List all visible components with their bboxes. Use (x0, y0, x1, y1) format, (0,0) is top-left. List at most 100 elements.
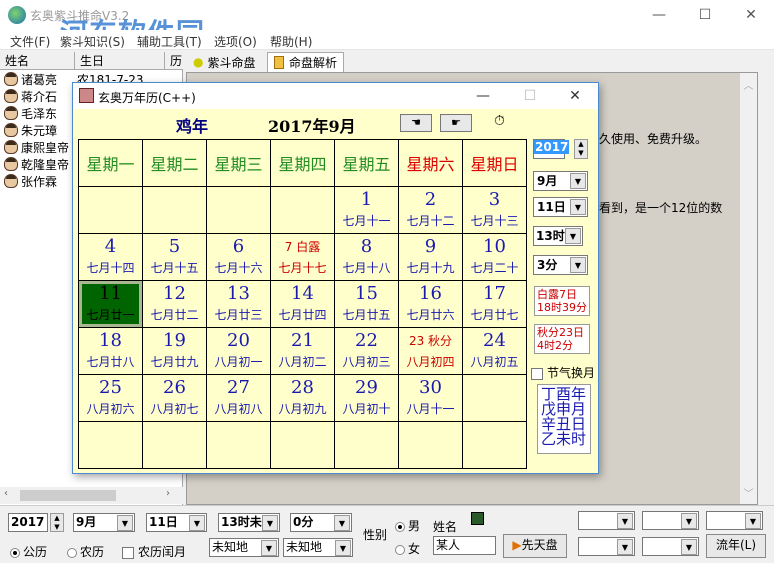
calendar-day-cell[interactable]: 16 七月廿六 (398, 280, 463, 328)
checkbox[interactable] (122, 546, 134, 559)
checkbox[interactable] (531, 367, 543, 380)
calendar-day-cell[interactable]: 17 七月廿七 (462, 280, 527, 328)
timer-icon[interactable]: ⏱ (494, 113, 505, 129)
radio-button[interactable] (395, 544, 405, 555)
calendar-day-cell[interactable]: 5 七月十五 (142, 233, 207, 281)
radio-button[interactable] (395, 521, 405, 532)
vertical-scrollbar[interactable]: ︿ ﹀ (740, 73, 757, 504)
chevron-down-icon: ▼ (570, 173, 586, 189)
calendar-day-cell[interactable]: 28 八月初九 (270, 374, 335, 422)
maximize-button[interactable]: ☐ (682, 0, 728, 30)
list-item[interactable]: 张作霖 (4, 173, 57, 189)
calendar-day-cell[interactable]: 27 八月初八 (206, 374, 271, 422)
calendar-day-cell[interactable]: 15 七月廿五 (334, 280, 399, 328)
day-select[interactable]: 11日 ▼ (533, 197, 588, 217)
column-birthday[interactable]: 生日 (75, 52, 165, 70)
birth-year-input[interactable]: 2017 (8, 513, 48, 532)
next-month-button[interactable]: ☛ (440, 114, 472, 132)
hour-select[interactable]: 13时 ▼ (533, 226, 583, 246)
calendar-day-cell[interactable]: 2 七月十二 (398, 186, 463, 234)
menu-options[interactable]: 选项(O) (214, 33, 257, 50)
birth-year-spinner[interactable]: ▲ ▼ (50, 513, 64, 532)
birthplace-city-select[interactable]: 未知地 ▼ (283, 538, 353, 557)
horizontal-scrollbar[interactable]: ‹ › (0, 487, 183, 504)
day-number: 23 秋分 (408, 334, 453, 348)
liunian-select-1[interactable]: ▼ (578, 511, 635, 530)
list-item[interactable]: 毛泽东 (4, 105, 57, 121)
calendar-day-cell[interactable]: 18 七月廿八 (78, 327, 143, 375)
calendar-day-cell[interactable]: 9 七月十九 (398, 233, 463, 281)
save-icon[interactable] (471, 512, 484, 525)
dialog-close-button[interactable]: ✕ (555, 85, 595, 107)
minimize-button[interactable]: — (636, 0, 682, 30)
calendar-day-cell[interactable]: 22 八月初三 (334, 327, 399, 375)
calendar-day-cell[interactable]: 14 七月廿四 (270, 280, 335, 328)
tab-chart-analysis[interactable]: 命盘解析 (267, 52, 345, 72)
calendar-day-cell[interactable]: 29 八月初十 (334, 374, 399, 422)
column-name[interactable]: 姓名 (0, 52, 75, 70)
liunian-button[interactable]: 流年(L) (706, 534, 766, 558)
scroll-down-icon[interactable]: ﹀ (740, 485, 757, 500)
list-item[interactable]: 康熙皇帝 (4, 139, 69, 155)
calendar-day-cell[interactable]: 6 七月十六 (206, 233, 271, 281)
calendar-day-cell[interactable]: 20 八月初一 (206, 327, 271, 375)
calendar-day-cell[interactable]: 30 八月十一 (398, 374, 463, 422)
radio-button[interactable] (10, 547, 20, 558)
scroll-thumb[interactable] (20, 490, 116, 501)
calendar-day-cell[interactable]: 12 七月廿二 (142, 280, 207, 328)
liunian-select-4[interactable]: ▼ (578, 537, 635, 556)
calendar-day-cell[interactable]: 8 七月十八 (334, 233, 399, 281)
calendar-day-cell[interactable]: 3 七月十三 (462, 186, 527, 234)
calendar-day-cell[interactable]: 25 八月初六 (78, 374, 143, 422)
birth-minute-select[interactable]: 0分 ▼ (290, 513, 352, 532)
menu-help[interactable]: 帮助(H) (270, 33, 312, 50)
calendar-day-cell[interactable]: 4 七月十四 (78, 233, 143, 281)
menu-tools[interactable]: 辅助工具(T) (137, 33, 202, 50)
birthplace-province-select[interactable]: 未知地 ▼ (209, 538, 279, 557)
list-item[interactable]: 朱元璋 (4, 122, 57, 138)
lunar-date: 八月初五 (470, 355, 519, 369)
scroll-up-icon[interactable]: ︿ (740, 77, 757, 92)
radio-lunar[interactable]: 农历 (67, 543, 104, 560)
calendar-day-cell[interactable]: 19 七月廿九 (142, 327, 207, 375)
radio-solar[interactable]: 公历 (10, 543, 47, 560)
scroll-left-icon[interactable]: ‹ (4, 488, 8, 499)
liunian-select-2[interactable]: ▼ (642, 511, 699, 530)
birth-month-select[interactable]: 9月 ▼ (73, 513, 135, 532)
menu-knowledge[interactable]: 紫斗知识(S) (60, 33, 125, 50)
tab-ziwei-chart[interactable]: ● 紫斗命盘 (187, 52, 262, 72)
column-calendar[interactable]: 历 (165, 52, 183, 70)
close-button[interactable]: ✕ (728, 0, 774, 30)
calendar-day-cell[interactable]: 10 七月二十 (462, 233, 527, 281)
calendar-day-cell[interactable]: 7 白露 七月十七 (270, 233, 335, 281)
birth-hour-select[interactable]: 13时未 ▼ (218, 513, 280, 532)
calendar-day-cell[interactable]: 21 八月初二 (270, 327, 335, 375)
dialog-minimize-button[interactable]: — (463, 85, 503, 107)
calendar-day-cell[interactable]: 24 八月初五 (462, 327, 527, 375)
xiantian-button[interactable]: ▶先天盘 (503, 534, 567, 558)
liunian-select-3[interactable]: ▼ (706, 511, 763, 530)
year-input[interactable]: 2017 (533, 139, 570, 159)
list-item[interactable]: 乾隆皇帝 (4, 156, 69, 172)
prev-month-button[interactable]: ☚ (400, 114, 432, 132)
radio-female[interactable]: 女 (395, 540, 420, 557)
calendar-day-cell[interactable]: 23 秋分 八月初四 (398, 327, 463, 375)
radio-male[interactable]: 男 (395, 517, 420, 534)
name-input[interactable]: 某人 (433, 536, 496, 555)
month-select[interactable]: 9月 ▼ (533, 171, 588, 191)
menu-file[interactable]: 文件(F) (10, 33, 50, 50)
jieqi-checkbox[interactable]: 节气换月 (531, 364, 595, 381)
radio-button[interactable] (67, 547, 77, 558)
calendar-day-cell[interactable]: 1 七月十一 (334, 186, 399, 234)
scroll-right-icon[interactable]: › (166, 488, 170, 499)
day-number: 16 (419, 283, 442, 304)
year-spinner[interactable]: ▲ ▼ (574, 139, 588, 159)
leap-month-checkbox[interactable]: 农历闰月 (122, 543, 186, 560)
birth-day-select[interactable]: 11日 ▼ (146, 513, 207, 532)
calendar-day-cell[interactable]: 26 八月初七 (142, 374, 207, 422)
minute-select[interactable]: 3分 ▼ (533, 255, 588, 275)
calendar-day-cell[interactable]: 13 七月廿三 (206, 280, 271, 328)
list-item[interactable]: 蒋介石 (4, 88, 57, 104)
liunian-select-5[interactable]: ▼ (642, 537, 699, 556)
calendar-day-cell[interactable]: 11 七月廿一 (78, 280, 143, 328)
